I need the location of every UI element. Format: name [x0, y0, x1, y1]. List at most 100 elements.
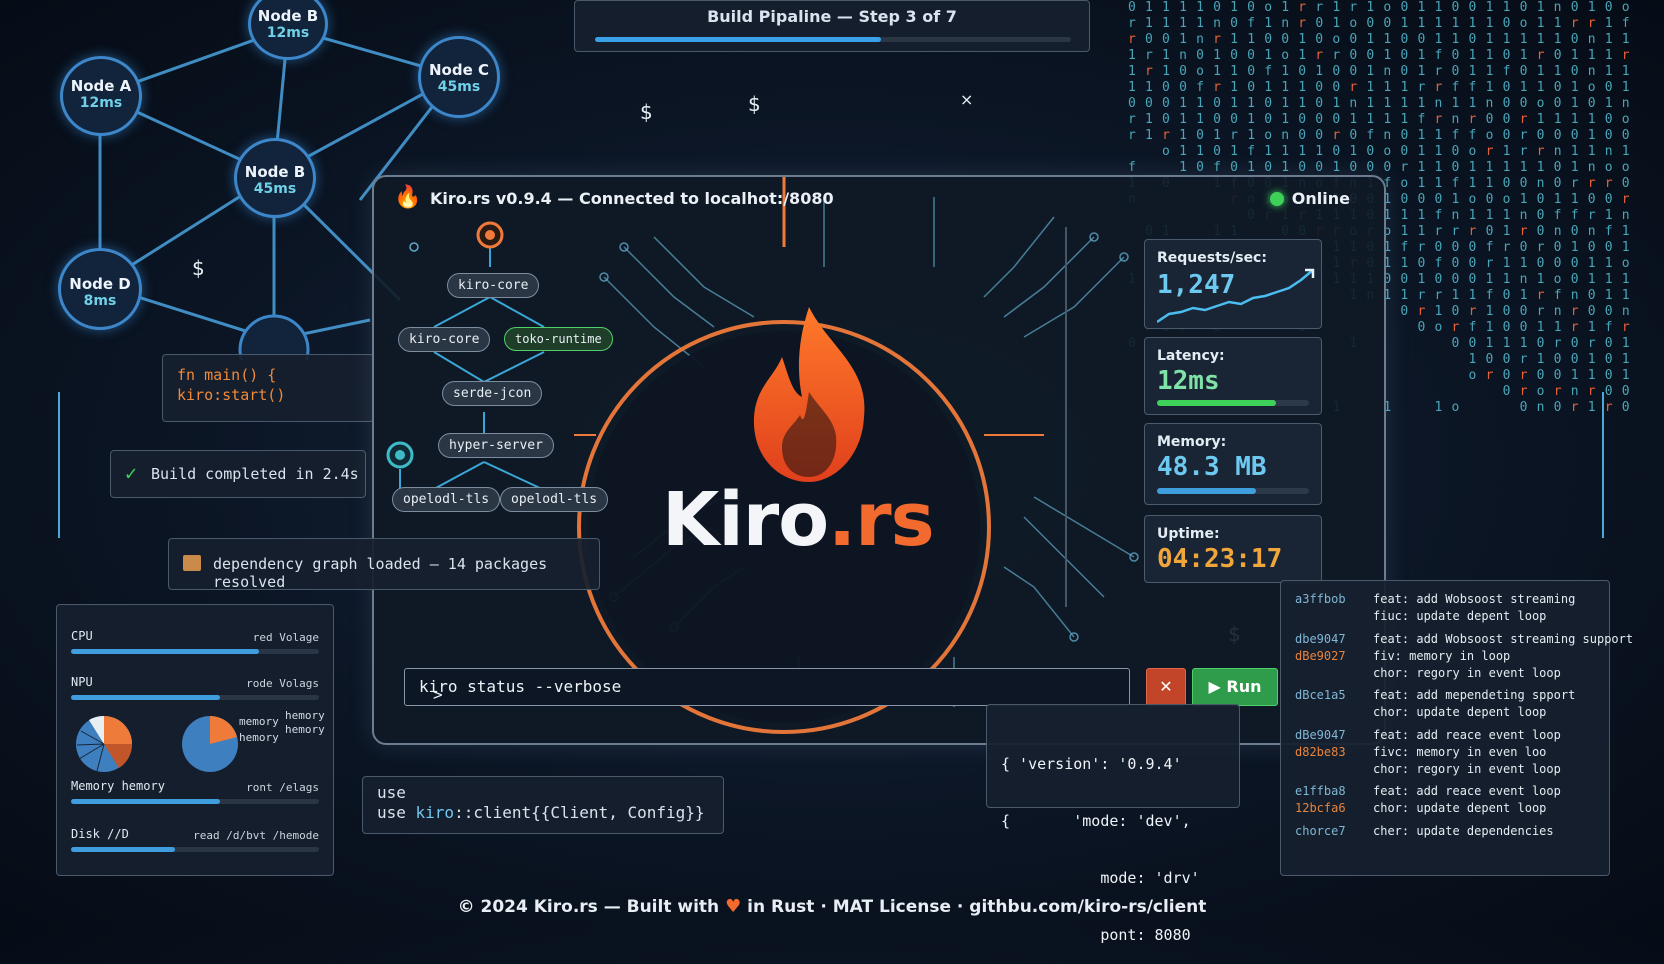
node-name: Node B: [244, 163, 306, 181]
node-latency: 12ms: [266, 25, 310, 41]
close-icon: ✕: [1159, 677, 1173, 696]
command-text: kiro status --verbose: [419, 677, 622, 696]
metric-label: Latency:: [1157, 348, 1225, 364]
memory-label: Memory hemory: [71, 779, 165, 793]
metric-uptime-card: Uptime: 04:23:17: [1144, 515, 1322, 583]
commit-message: fiuc: update depent loop: [1373, 609, 1547, 623]
requests-sparkline: [1157, 268, 1315, 324]
footer-text: in Rust · MAT License · githbu.com/kiro-…: [747, 897, 1207, 917]
dependency-node[interactable]: toko-runtime: [504, 327, 613, 351]
commit-hash: 12bcfa6: [1295, 801, 1346, 815]
npu-label: NPU: [71, 675, 93, 689]
network-node[interactable]: Node A 12ms: [60, 56, 142, 136]
commit-message: feat: add Wobsoost streaming: [1373, 592, 1576, 606]
dependency-node[interactable]: kiro-core: [447, 273, 540, 298]
dependency-node[interactable]: opelodl-tls: [500, 487, 609, 512]
commit-hash: dBce1a5: [1295, 688, 1346, 702]
dependency-banner-text: dependency graph loaded — 14 packages re…: [213, 555, 548, 591]
dependency-node[interactable]: hyper-server: [438, 433, 554, 458]
json-line: { 'mode: 'dev',: [1001, 812, 1191, 830]
json-line: mode: 'drv': [1001, 869, 1200, 887]
heart-icon: ♥: [725, 896, 742, 917]
commit-hash: dBe9027: [1295, 649, 1346, 663]
disk-bar: [71, 847, 319, 852]
cancel-button[interactable]: ✕: [1146, 668, 1186, 706]
code-line: use kiro::client{{Client, Config}}: [377, 803, 705, 822]
connection-status: Online: [1269, 189, 1350, 208]
commit-message: chor: update depent loop: [1373, 801, 1547, 815]
dependency-node[interactable]: kiro-core: [398, 327, 491, 352]
code-line: use: [377, 783, 406, 802]
metric-requests-card: Requests/sec: 1,247: [1144, 239, 1322, 329]
commit-message: feat: add reace event loop: [1373, 728, 1561, 742]
dependency-tree-lines: [386, 221, 545, 495]
metric-value: 04:23:17: [1157, 544, 1283, 574]
metric-memory-card: Memory: 48.3 MB: [1144, 423, 1322, 505]
code-line: fn main() {: [177, 366, 277, 384]
npu-detail: rode Volags: [246, 677, 319, 690]
disk-detail: read /d/bvt /hemode: [193, 829, 319, 842]
prompt-chevron-icon: >: [433, 685, 443, 704]
memory-detail: ront /elags: [246, 781, 319, 794]
pie-label: hemory: [285, 709, 325, 722]
memory-usage-bar: [71, 799, 319, 804]
status-text: Online: [1291, 189, 1350, 208]
memory-bar: [1157, 488, 1309, 494]
command-input[interactable]: > kiro status --verbose: [404, 668, 1130, 706]
commit-message: fivc: memory in even loo: [1373, 745, 1547, 759]
logo-text-accent: .rs: [828, 477, 935, 563]
pipeline-progress: [595, 37, 1071, 42]
code-snippet-use: use use kiro::client{{Client, Config}}: [362, 776, 724, 834]
disk-label: Disk //D: [71, 827, 129, 841]
commit-message: feat: add reace event loop: [1373, 784, 1561, 798]
system-monitor-panel: CPU red Volage NPU rode Volags memory he…: [56, 604, 334, 876]
code-snippet-main: fn main() { kiro:start(): [162, 354, 374, 422]
node-name: Node C: [429, 61, 489, 79]
logo-text-primary: Kiro: [662, 477, 829, 563]
flame-logo-icon: [753, 307, 865, 482]
node-latency: 45ms: [437, 79, 481, 95]
node-latency: 12ms: [79, 95, 123, 111]
build-status-toast: ✓ Build completed in 2.4s: [110, 450, 366, 498]
commit-message: chor: regory in event loop: [1373, 762, 1561, 776]
cross-symbol: ×: [960, 90, 974, 109]
node-name: Node A: [70, 77, 132, 95]
check-icon: ✓: [125, 461, 138, 485]
commit-hash: dBe9047: [1295, 728, 1346, 742]
node-name: Node D: [69, 275, 131, 293]
pipeline-title: Build Pipaline — Step 3 of 7: [707, 7, 957, 26]
main-window: 🔥 Kiro.rs v0.9.4 — Connected to localhot…: [372, 175, 1386, 745]
cpu-label: CPU: [71, 629, 93, 643]
commit-hash: e1ffba8: [1295, 784, 1346, 798]
dollar-symbol: $: [640, 100, 653, 124]
metric-label: Memory:: [1157, 434, 1227, 450]
run-label: Run: [1226, 677, 1262, 696]
latency-bar: [1157, 400, 1309, 406]
commit-message: feat: add mependeting spport: [1373, 688, 1576, 702]
run-button[interactable]: ▶ Run: [1192, 668, 1278, 706]
commit-log-panel: a3ffbob feat: add Wobsoost streaming fiuc:…: [1280, 580, 1634, 876]
code-line: kiro:start(): [177, 386, 286, 404]
footer-text: © 2024 Kiro.rs — Built with: [457, 897, 720, 917]
node-latency: 8ms: [83, 293, 117, 309]
commit-message: chor: regory in event loop: [1373, 666, 1561, 680]
package-icon: [183, 555, 201, 571]
network-node[interactable]: Node D 8ms: [58, 248, 142, 330]
footer: © 2024 Kiro.rs — Built with ♥ in Rust · …: [0, 896, 1664, 917]
dependency-node[interactable]: opelodl-tls: [392, 487, 501, 512]
network-node[interactable]: Node B 45ms: [234, 138, 316, 218]
commit-message: chor: update depent loop: [1373, 705, 1547, 719]
commit-message: feat: add Wobsoost streaming support: [1373, 632, 1634, 646]
commit-hash: d82be83: [1295, 745, 1346, 759]
commit-message: cher: update dependencies: [1373, 824, 1554, 838]
npu-bar: [71, 695, 319, 700]
metric-value: 48.3 MB: [1157, 452, 1267, 482]
commit-hash: dbe9047: [1295, 632, 1346, 646]
network-node[interactable]: Node C 45ms: [418, 36, 500, 118]
cpu-bar: [71, 649, 319, 654]
pie-chart-1: [76, 715, 133, 772]
dependency-node[interactable]: serde-jcon: [442, 381, 543, 406]
commit-hash: a3ffbob: [1295, 592, 1346, 606]
dependency-loaded-toast: dependency graph loaded — 14 packages re…: [168, 538, 600, 591]
metric-value: 12ms: [1157, 366, 1220, 396]
